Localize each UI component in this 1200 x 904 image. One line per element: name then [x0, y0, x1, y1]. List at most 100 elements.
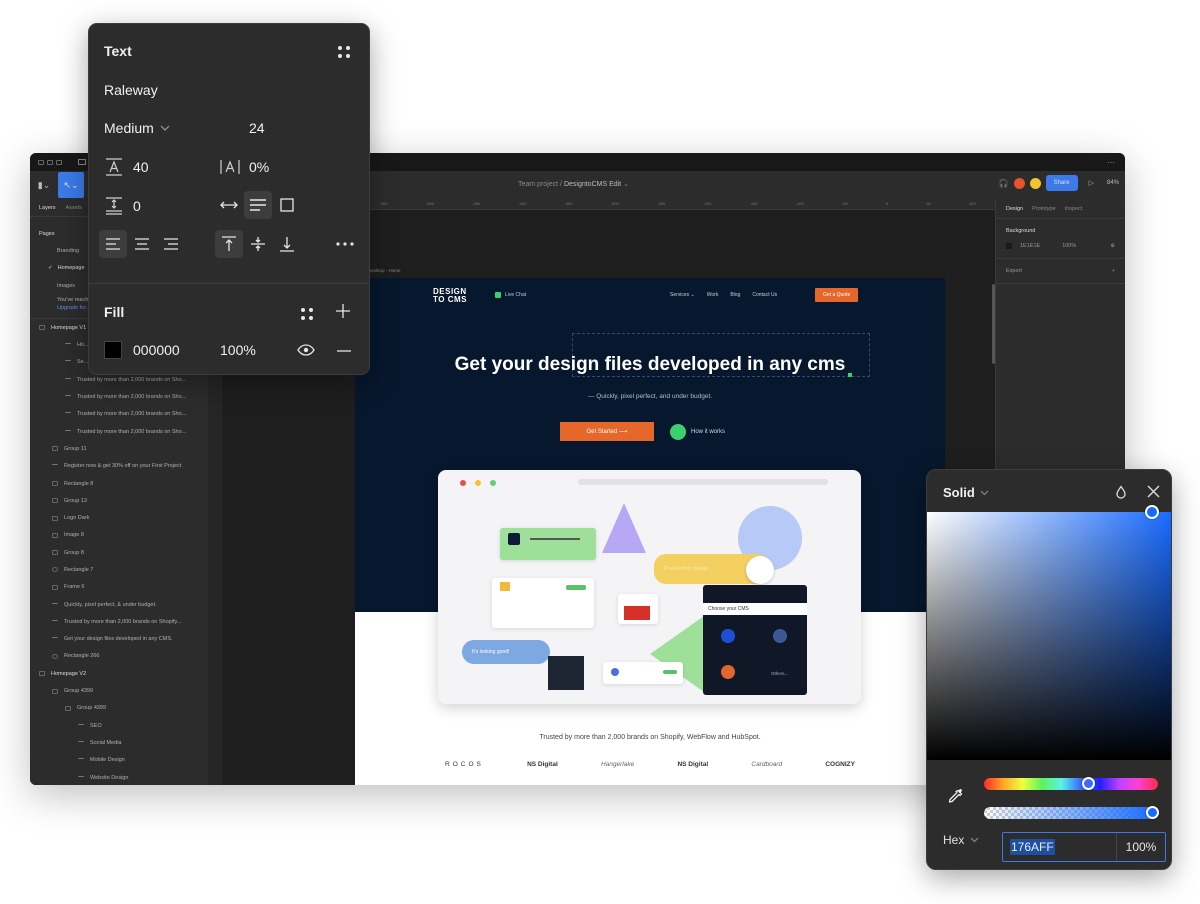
tab-layers[interactable]: Layers: [39, 205, 56, 211]
fill-hex-input[interactable]: 000000: [133, 342, 180, 358]
font-size-input[interactable]: 24: [249, 120, 265, 136]
hue-slider[interactable]: [984, 778, 1158, 790]
get-started-button[interactable]: Get Started ⟶: [560, 422, 654, 441]
background-opacity[interactable]: 100%: [1062, 243, 1076, 249]
color-format-select[interactable]: Hex: [943, 833, 979, 847]
layer-item[interactable]: Register now & get 30% off on your First…: [30, 458, 221, 475]
fixed-size-button[interactable]: [273, 191, 301, 219]
headphones-icon[interactable]: 🎧: [999, 179, 1009, 188]
layer-item[interactable]: Trusted by more than 2,000 brands on Sho…: [30, 388, 221, 405]
selection-handle[interactable]: [848, 373, 852, 377]
site-logo[interactable]: DESIGN TO CMS: [433, 288, 479, 306]
align-bottom-button[interactable]: [273, 230, 301, 258]
hue-slider-handle[interactable]: [1081, 777, 1095, 790]
layer-item[interactable]: Group 8: [30, 544, 221, 561]
fill-opacity-input[interactable]: 100%: [220, 342, 256, 358]
trusted-text[interactable]: Trusted by more than 2,000 brands on Sho…: [355, 734, 945, 741]
more-text-options-button[interactable]: [331, 230, 359, 258]
fill-swatch[interactable]: [104, 341, 122, 359]
layer-item[interactable]: Rectangle 7: [30, 561, 221, 578]
layer-item[interactable]: Frame 6: [30, 579, 221, 596]
live-chat-link[interactable]: Live Chat: [495, 292, 526, 298]
remove-fill-button[interactable]: [337, 350, 351, 352]
home-icon[interactable]: [78, 159, 86, 165]
add-export-icon[interactable]: +: [1112, 268, 1115, 274]
breadcrumb-project[interactable]: Team project: [518, 181, 558, 188]
styles-button[interactable]: [1115, 485, 1127, 504]
background-hex[interactable]: 1E1E1E: [1020, 243, 1040, 249]
main-menu-button[interactable]: ▮⌄: [30, 171, 58, 199]
layer-item[interactable]: Get your design files developed in any C…: [30, 631, 221, 648]
layer-item[interactable]: Group 4399: [30, 700, 221, 717]
layer-item[interactable]: Social Media: [30, 734, 221, 751]
nav-item[interactable]: Services ⌄: [670, 292, 695, 298]
layer-item[interactable]: Group 13: [30, 492, 221, 509]
get-quote-button[interactable]: Get a Quote: [815, 288, 859, 302]
frame-label[interactable]: Desktop - Home: [368, 268, 401, 273]
tab-prototype[interactable]: Prototype: [1032, 206, 1056, 212]
font-family-select[interactable]: Raleway: [104, 82, 158, 98]
paragraph-spacing-input[interactable]: 0: [133, 198, 141, 214]
layer-item[interactable]: Quickly, pixel perfect, & under budget.: [30, 596, 221, 613]
text-properties-panel: Text Raleway Medium 24 40 0% 0 Fill 0000…: [88, 23, 370, 375]
align-right-button[interactable]: [157, 230, 185, 258]
layer-item[interactable]: Image 8: [30, 527, 221, 544]
present-icon[interactable]: ▷: [1089, 179, 1094, 187]
align-top-button[interactable]: [215, 230, 243, 258]
align-middle-button[interactable]: [244, 230, 272, 258]
background-swatch[interactable]: [1006, 243, 1012, 249]
close-picker-button[interactable]: [1147, 485, 1160, 503]
tab-design[interactable]: Design: [1006, 206, 1023, 212]
fill-styles-grid-icon[interactable]: [301, 308, 313, 320]
line-height-input[interactable]: 40: [133, 159, 149, 175]
layer-item[interactable]: Rectangle 266: [30, 648, 221, 665]
layer-item[interactable]: SEO: [30, 717, 221, 734]
more-menu-button[interactable]: ···: [1107, 158, 1115, 167]
fill-type-select[interactable]: Solid: [943, 485, 989, 500]
layer-item[interactable]: Trusted by more than 2,000 brands on Sho…: [30, 406, 221, 423]
avatar[interactable]: [1013, 177, 1025, 189]
auto-height-button[interactable]: [244, 191, 272, 219]
layer-item[interactable]: Homepage V2: [30, 665, 221, 682]
opacity-slider[interactable]: [984, 807, 1158, 819]
website-frame[interactable]: DESIGN TO CMS Live Chat Services ⌄ Work …: [355, 278, 945, 785]
layer-item[interactable]: Logo Dark: [30, 509, 221, 526]
share-button[interactable]: Share: [1045, 175, 1078, 191]
eyedropper-button[interactable]: [947, 788, 964, 810]
nav-item[interactable]: Work: [707, 292, 719, 298]
chevron-down-icon[interactable]: ⌄: [623, 181, 629, 188]
layer-item[interactable]: Trusted by more than 2,000 brands on Sho…: [30, 423, 221, 440]
saturation-value-handle[interactable]: [1145, 505, 1159, 519]
align-left-button[interactable]: [99, 230, 127, 258]
text-styles-grid-icon[interactable]: [338, 46, 350, 58]
add-fill-button[interactable]: [336, 304, 350, 318]
hex-input[interactable]: 176AFF: [1003, 833, 1117, 861]
layer-item[interactable]: Group 4399: [30, 682, 221, 699]
move-tool-button[interactable]: ↖⌄: [58, 172, 84, 198]
opacity-input[interactable]: 100%: [1117, 833, 1165, 861]
align-center-button[interactable]: [128, 230, 156, 258]
visibility-icon[interactable]: ⊕: [1110, 243, 1115, 249]
avatar[interactable]: [1029, 177, 1041, 189]
zoom-level[interactable]: 84%: [1107, 180, 1119, 186]
layer-item[interactable]: Mobile Design: [30, 752, 221, 769]
letter-spacing-input[interactable]: 0%: [249, 159, 269, 175]
font-weight-select[interactable]: Medium: [104, 120, 170, 136]
hero-subtitle[interactable]: — Quickly, pixel perfect, and under budg…: [355, 393, 945, 400]
auto-width-button[interactable]: [215, 191, 243, 219]
layer-item[interactable]: Rectangle 8: [30, 475, 221, 492]
nav-item[interactable]: Contact Us: [752, 292, 777, 298]
nav-item[interactable]: Blog: [730, 292, 740, 298]
layer-item[interactable]: Trusted by more than 2,000 brands on Sho…: [30, 613, 221, 630]
saturation-value-area[interactable]: [927, 512, 1171, 760]
hero-title[interactable]: Get your design files developed in any c…: [355, 354, 945, 376]
layer-item[interactable]: Group 11: [30, 440, 221, 457]
tab-inspect[interactable]: Inspect: [1065, 206, 1083, 212]
layer-item[interactable]: Website Design: [30, 769, 221, 785]
how-it-works-link[interactable]: How it works: [670, 424, 725, 440]
tab-assets[interactable]: Assets: [66, 205, 83, 211]
opacity-slider-handle[interactable]: [1145, 806, 1159, 819]
breadcrumb-file[interactable]: DesigntoCMS Edit: [564, 181, 621, 188]
toggle-visibility-button[interactable]: [297, 344, 315, 356]
fill-color-swatch[interactable]: [104, 341, 122, 359]
